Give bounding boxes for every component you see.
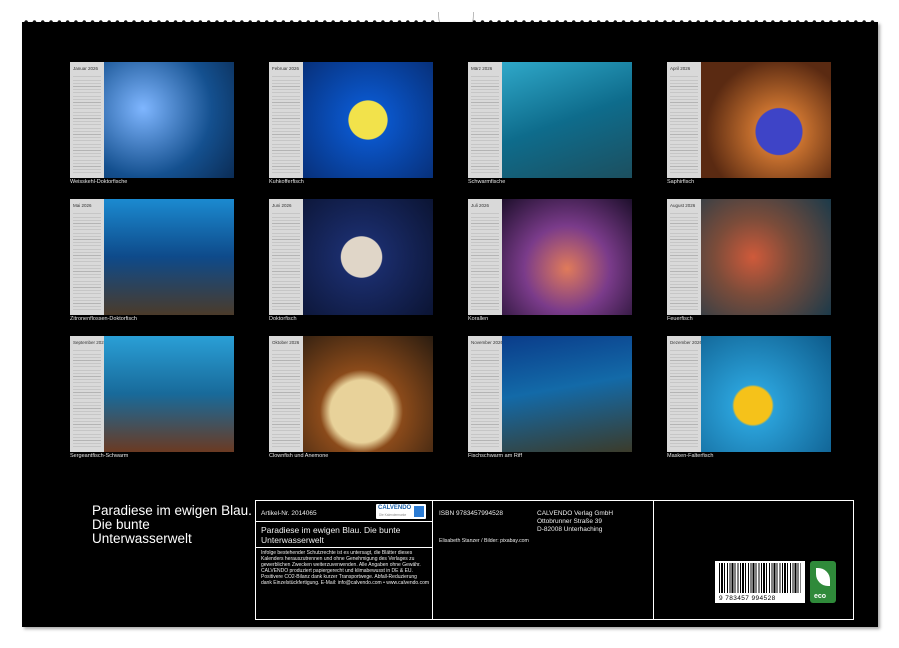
month-thumbnail: April 2026 (667, 62, 831, 178)
info-panel: Artikel-Nr. 2014065 CALVENDO Die Kalende… (255, 500, 854, 620)
legal-text: Infolge bestehender Schutzrechte ist es … (261, 551, 429, 586)
day-lines (670, 211, 698, 311)
day-lines (73, 348, 101, 448)
divider (256, 521, 432, 522)
calendar-strip: März 2026 (468, 62, 502, 178)
publisher-city: D-82008 Unterhaching (537, 526, 602, 533)
day-lines (670, 348, 698, 448)
divider (653, 501, 654, 619)
calendar-strip: Mai 2026 (70, 199, 104, 315)
day-lines (272, 348, 300, 448)
month-name: Februar 2026 (272, 66, 299, 71)
month-name: September 2026 (73, 340, 106, 345)
calendar-title: Paradiese im ewigen Blau. Die bunte Unte… (92, 504, 252, 546)
isbn: ISBN 9783457994528 (439, 510, 503, 517)
month-thumbnail: Januar 2026 (70, 62, 234, 178)
month-thumbnail: März 2026 (468, 62, 632, 178)
calendar-strip: April 2026 (667, 62, 701, 178)
month-thumbnail: August 2026 (667, 199, 831, 315)
clownfish-photo (303, 336, 433, 452)
calendar-strip: Februar 2026 (269, 62, 303, 178)
publisher-name: CALVENDO Verlag GmbH (537, 510, 613, 517)
fish-school-photo (502, 62, 632, 178)
calendar-strip: Januar 2026 (70, 62, 104, 178)
calendar-strip: September 2026 (70, 336, 104, 452)
logo-subtext: Die Kalendermarke (379, 513, 406, 517)
calendar-strip: Juni 2026 (269, 199, 303, 315)
coral-photo (502, 199, 632, 315)
day-lines (73, 211, 101, 311)
month-thumbnail: Juli 2026 (468, 199, 632, 315)
day-lines (471, 74, 499, 174)
month-name: Oktober 2026 (272, 340, 299, 345)
month-name: Juli 2026 (471, 203, 489, 208)
photo-caption: Saphirfisch (667, 179, 694, 185)
reef-photo (104, 336, 234, 452)
unicornfish-photo (303, 199, 433, 315)
photo-caption: Weisskehl-Doktorfische (70, 179, 127, 185)
blue-fish-photo (701, 62, 831, 178)
eco-badge: eco (810, 561, 836, 603)
month-name: Mai 2026 (73, 203, 92, 208)
photo-caption: Doktorfisch (269, 316, 297, 322)
month-name: März 2026 (471, 66, 492, 71)
month-thumbnail: Februar 2026 (269, 62, 433, 178)
photo-caption: Zitronenflossen-Doktorfisch (70, 316, 137, 322)
butterflyfish-photo (701, 336, 831, 452)
divider (256, 547, 432, 548)
divider (432, 501, 433, 619)
month-name: Januar 2026 (73, 66, 98, 71)
month-thumbnail: Mai 2026 (70, 199, 234, 315)
photo-caption: Sergeantfisch-Schwarm (70, 453, 128, 459)
month-thumbnail: Dezember 2026 (667, 336, 831, 452)
photo-caption: Clownfish und Anemone (269, 453, 328, 459)
lionfish-photo (701, 199, 831, 315)
calendar-strip: Juli 2026 (468, 199, 502, 315)
logo-text: CALVENDO (378, 505, 411, 511)
photo-caption: Masken-Falterfisch (667, 453, 713, 459)
month-thumbnail: November 2026 (468, 336, 632, 452)
day-lines (670, 74, 698, 174)
publisher-street: Ottobrunner Straße 39 (537, 518, 602, 525)
month-name: August 2026 (670, 203, 695, 208)
calendar-strip: August 2026 (667, 199, 701, 315)
eco-label: eco (814, 593, 826, 600)
logo-icon (414, 506, 424, 517)
calendar-back-sheet: Januar 2026 Weisskehl-Doktorfische Februar… (22, 22, 878, 627)
barcode: 9 783457 994528 (715, 561, 805, 603)
calvendo-logo: CALVENDO Die Kalendermarke (376, 504, 426, 519)
month-name: November 2026 (471, 340, 503, 345)
photo-caption: Feuerfisch (667, 316, 693, 322)
barcode-bars (719, 563, 801, 593)
month-thumbnail: Juni 2026 (269, 199, 433, 315)
credits: Elisabeth Stanzer / Bilder: pixabay.com (439, 538, 529, 544)
day-lines (272, 211, 300, 311)
fish-school-photo (502, 336, 632, 452)
leaf-icon (816, 568, 830, 586)
photo-caption: Kuhkofferfisch (269, 179, 304, 185)
month-name: April 2026 (670, 66, 690, 71)
day-lines (471, 211, 499, 311)
day-lines (471, 348, 499, 448)
month-name: Dezember 2026 (670, 340, 702, 345)
barcode-number: 9 783457 994528 (719, 595, 776, 602)
month-thumbnail: Oktober 2026 (269, 336, 433, 452)
photo-caption: Korallen (468, 316, 488, 322)
photo-caption: Schwarmfische (468, 179, 505, 185)
day-lines (73, 74, 101, 174)
article-number: Artikel-Nr. 2014065 (261, 510, 317, 517)
boxfish-photo (303, 62, 433, 178)
reef-photo (104, 199, 234, 315)
calendar-strip: Dezember 2026 (667, 336, 701, 452)
day-lines (272, 74, 300, 174)
fish-school-photo (104, 62, 234, 178)
subtitle: Paradiese im ewigen Blau. Die bunte Unte… (261, 526, 426, 545)
month-name: Juni 2026 (272, 203, 292, 208)
month-thumbnail: September 2026 (70, 336, 234, 452)
calendar-strip: November 2026 (468, 336, 502, 452)
photo-caption: Fischschwarm am Riff (468, 453, 522, 459)
calendar-strip: Oktober 2026 (269, 336, 303, 452)
